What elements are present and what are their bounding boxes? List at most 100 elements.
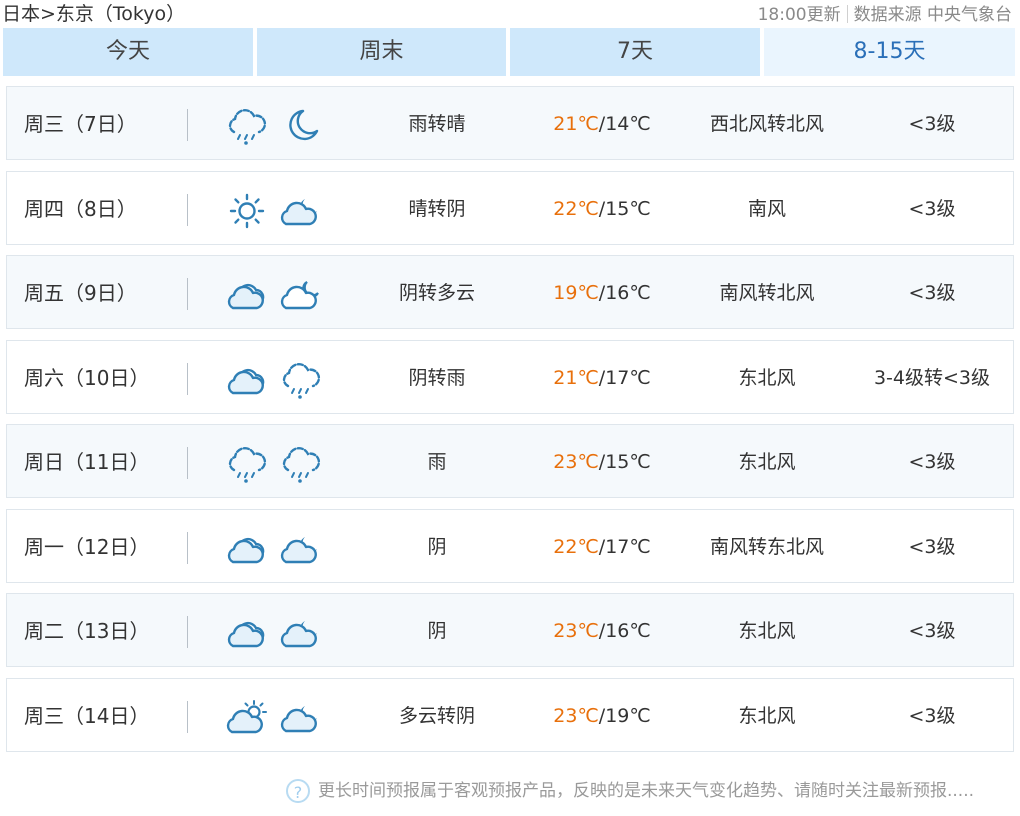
wind-direction: 西北风转北风 (709, 113, 824, 135)
row-divider (187, 278, 188, 310)
high-temp: 19℃ (553, 282, 599, 304)
forecast-day: 周三（7日） (24, 112, 137, 136)
high-temp: 23℃ (553, 451, 599, 473)
weather-description: 阴 (427, 620, 447, 642)
forecast-note-text: 更长时间预报属于客观预报产品，反映的是未来天气变化趋势、请随时关注最新预报...… (318, 781, 975, 801)
low-temp: 17℃ (605, 536, 651, 558)
wind-direction: 南风转北风 (719, 282, 815, 304)
temperature-range: 22℃/15℃ (553, 198, 651, 220)
wind-level: <3级 (908, 705, 956, 727)
high-temp: 23℃ (553, 705, 599, 727)
tab-today[interactable]: 今天 (3, 28, 253, 76)
temperature-range: 19℃/16℃ (553, 282, 651, 304)
row-divider (187, 701, 188, 733)
low-temp: 15℃ (605, 198, 651, 220)
high-temp: 22℃ (553, 198, 599, 220)
moon-icon (289, 109, 319, 141)
weather-description: 晴转阴 (408, 198, 466, 220)
forecast-row: 周二（13日） 阴 23℃/16℃ 东北风 <3级 (6, 593, 1014, 667)
tab-8-15days[interactable]: 8-15天 (764, 28, 1015, 76)
forecast-day: 周二（13日） (24, 619, 150, 643)
low-temp: 17℃ (605, 367, 651, 389)
weather-description: 雨转晴 (408, 113, 466, 135)
forecast-note: ? 更长时间预报属于客观预报产品，反映的是未来天气变化趋势、请随时关注最新预报..… (286, 776, 974, 806)
wind-level: <3级 (908, 451, 956, 473)
temperature-range: 21℃/17℃ (553, 367, 651, 389)
top-bar: 日本>东京（Tokyo） 18:00更新 数据来源 中央气象台 (0, 0, 1020, 26)
temperature-range: 23℃/19℃ (553, 705, 651, 727)
wind-level: <3级 (908, 282, 956, 304)
rain-cloud-icon (228, 447, 267, 483)
forecast-tabs: 今天 周末 7天 8-15天 (3, 28, 1015, 76)
low-temp: 16℃ (605, 282, 651, 304)
rain-cloud-icon (282, 363, 321, 399)
high-temp: 21℃ (553, 113, 599, 135)
row-divider (187, 532, 188, 564)
update-time: 18:00更新 (757, 5, 841, 25)
wind-direction: 东北风 (738, 451, 796, 473)
forecast-row: 周四（8日） 晴转阴 22℃/15℃ 南风 <3级 (6, 171, 1014, 245)
low-temp: 15℃ (605, 451, 651, 473)
rain-cloud-icon (228, 109, 267, 145)
forecast-day: 周四（8日） (24, 197, 137, 221)
row-divider (187, 616, 188, 648)
data-source[interactable]: 数据来源 中央气象台 (854, 5, 1012, 25)
overcast-icon (227, 368, 265, 395)
wind-level: 3-4级转<3级 (873, 367, 991, 389)
partly-cloudy-night-icon (280, 281, 319, 310)
forecast-row: 周五（9日） 阴转多云 19℃/16℃ 南风转北风 <3级 (6, 255, 1014, 329)
forecast-row: 周六（10日） 阴转雨 21℃/17℃ 东北风 3-4级转<3级 (6, 340, 1014, 414)
cloudy-night-icon (280, 199, 317, 226)
wind-direction: 东北风 (738, 620, 796, 642)
wind-direction: 东北风 (738, 705, 796, 727)
wind-level: <3级 (908, 113, 956, 135)
source-divider (846, 5, 848, 23)
cloudy-night-icon (280, 706, 317, 733)
row-divider (187, 447, 188, 479)
forecast-row: 周三（14日） 多云转阴 23℃/19℃ 东北风 <3级 (6, 678, 1014, 752)
forecast-day: 周五（9日） (24, 281, 137, 305)
rain-cloud-icon (282, 447, 321, 483)
low-temp: 14℃ (605, 113, 651, 135)
forecast-row: 周一（12日） 阴 22℃/17℃ 南风转东北风 <3级 (6, 509, 1014, 583)
high-temp: 22℃ (553, 536, 599, 558)
tab-weekend[interactable]: 周末 (257, 28, 506, 76)
temperature-range: 23℃/15℃ (553, 451, 651, 473)
sun-icon (229, 193, 265, 229)
forecast-row: 周三（7日） 雨转晴 21℃/14℃ 西北风转北风 <3级 (6, 86, 1014, 160)
overcast-icon (227, 283, 265, 310)
forecast-day: 周六（10日） (24, 366, 150, 390)
high-temp: 21℃ (553, 367, 599, 389)
tab-7days[interactable]: 7天 (510, 28, 760, 76)
cloudy-night-icon (280, 537, 317, 564)
partly-cloudy-day-icon (226, 700, 267, 734)
weather-description: 阴 (427, 536, 447, 558)
low-temp: 19℃ (605, 705, 651, 727)
weather-description: 阴转雨 (408, 367, 466, 389)
wind-direction: 南风 (747, 198, 786, 220)
overcast-icon (227, 537, 265, 564)
overcast-icon (227, 621, 265, 648)
wind-direction: 南风转东北风 (709, 536, 824, 558)
row-divider (187, 194, 188, 226)
forecast-day: 周日（11日） (24, 450, 150, 474)
source-info: 18:00更新 数据来源 中央气象台 (758, 0, 1012, 25)
row-divider (187, 363, 188, 395)
row-divider (187, 109, 188, 141)
wind-level: <3级 (908, 620, 956, 642)
forecast-row: 周日（11日） 雨 23℃/15℃ 东北风 <3级 (6, 424, 1014, 498)
wind-level: <3级 (908, 536, 956, 558)
question-icon[interactable]: ? (286, 779, 310, 803)
low-temp: 16℃ (605, 620, 651, 642)
high-temp: 23℃ (553, 620, 599, 642)
wind-level: <3级 (908, 198, 956, 220)
cloudy-night-icon (280, 621, 317, 648)
temperature-range: 22℃/17℃ (553, 536, 651, 558)
weather-description: 阴转多云 (398, 282, 475, 304)
temperature-range: 23℃/16℃ (553, 620, 651, 642)
weather-description: 雨 (427, 451, 447, 473)
forecast-day: 周三（14日） (24, 704, 150, 728)
temperature-range: 21℃/14℃ (553, 113, 651, 135)
weather-description: 多云转阴 (398, 705, 475, 727)
breadcrumb[interactable]: 日本>东京（Tokyo） (2, 0, 185, 26)
